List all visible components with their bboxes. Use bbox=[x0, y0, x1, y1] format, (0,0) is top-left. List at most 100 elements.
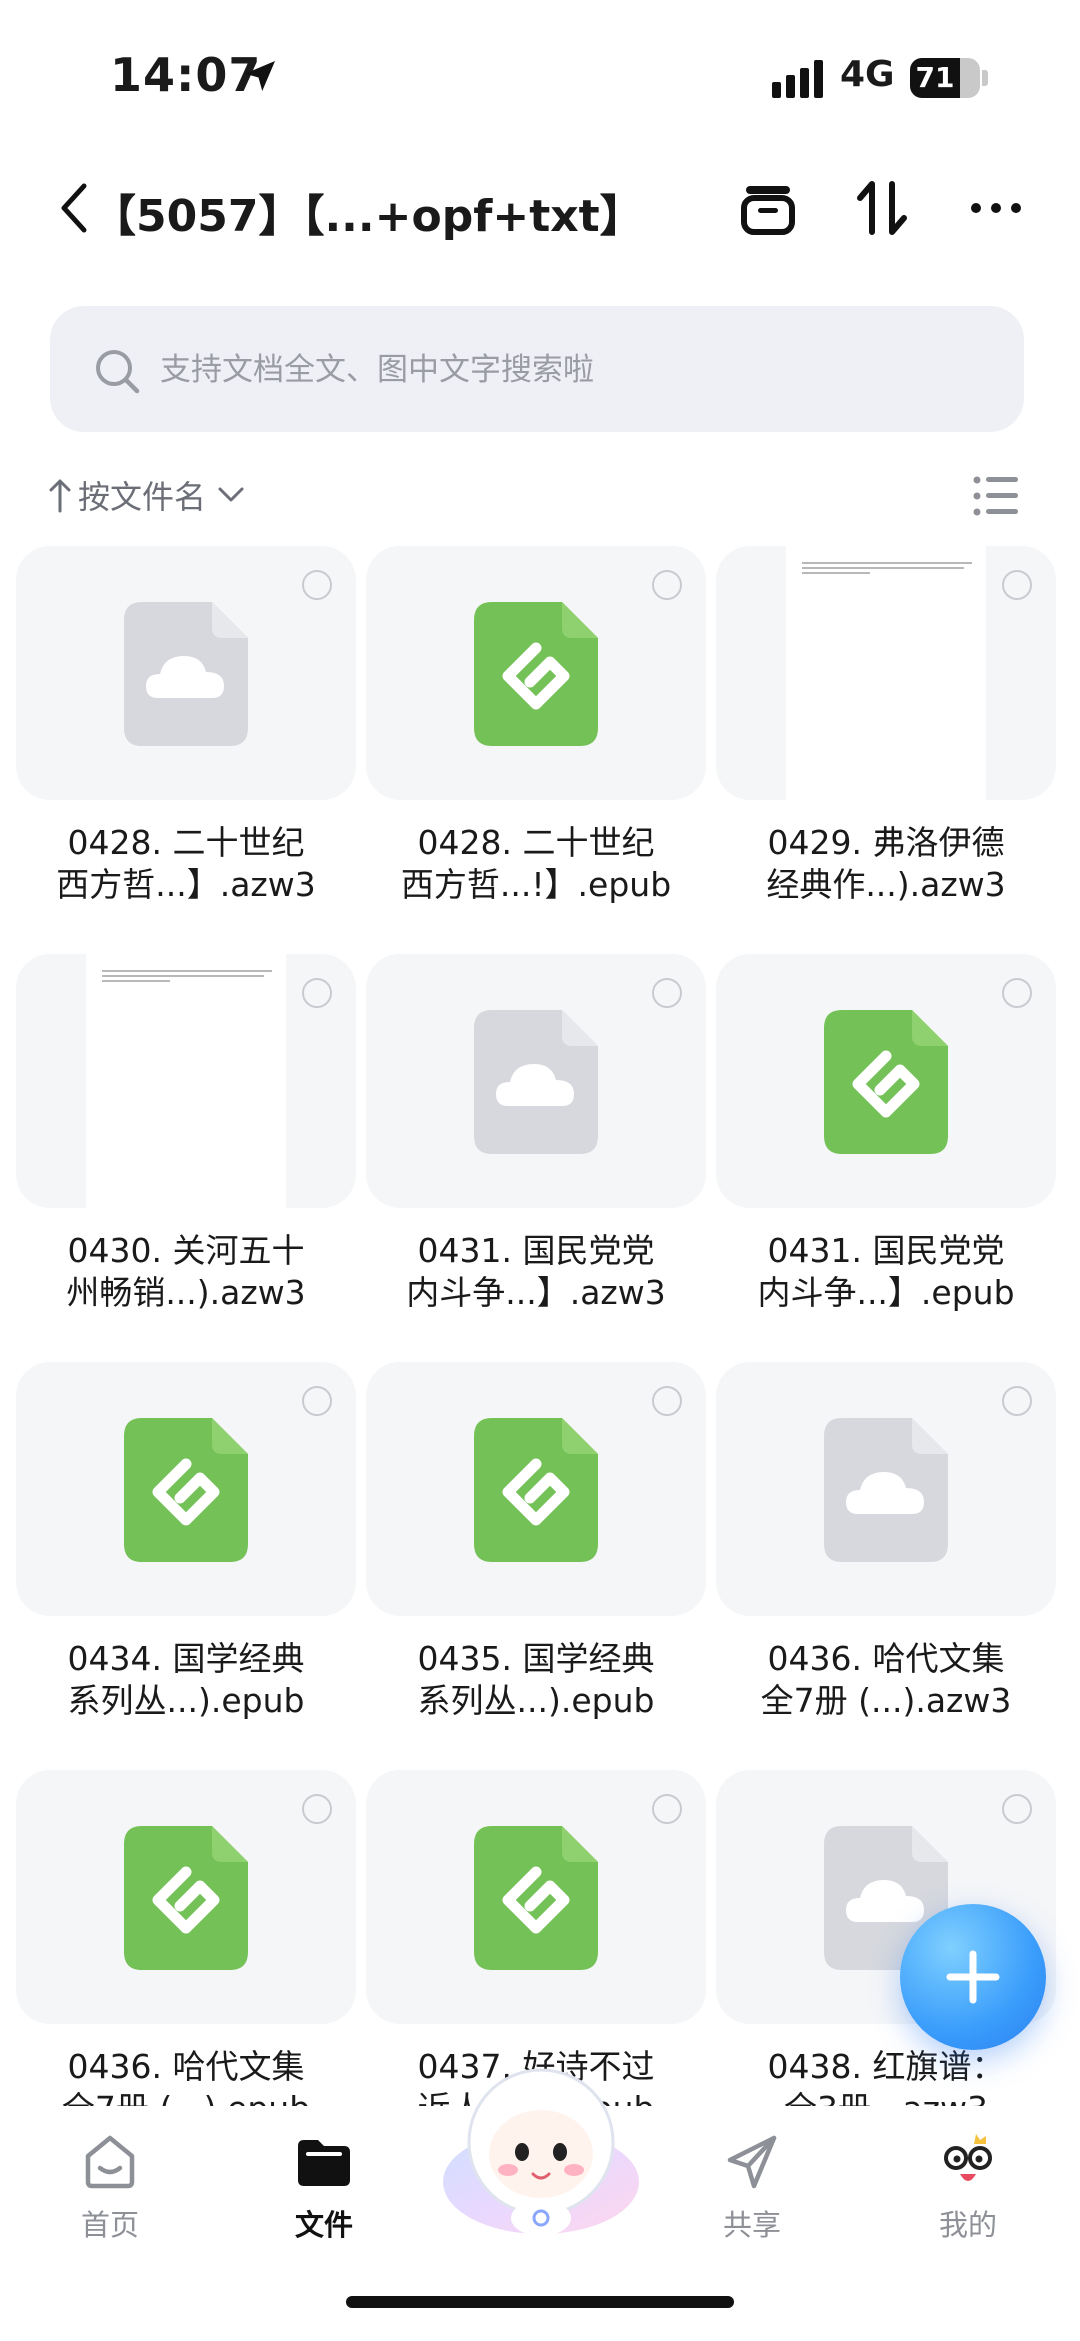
file-tile[interactable]: 0431. 国民党党 内斗争...】.azw3 bbox=[366, 954, 706, 1354]
home-indicator bbox=[346, 2296, 734, 2308]
tab-files[interactable]: 文件 bbox=[244, 2124, 404, 2244]
plus-icon bbox=[946, 1950, 1000, 2004]
folder-icon bbox=[298, 2140, 350, 2186]
file-name-line: 0438. 红旗谱： bbox=[767, 2047, 1005, 2086]
tab-bar: 首页 文件 共享 我的 bbox=[0, 2068, 1080, 2341]
signal-icon bbox=[772, 60, 823, 98]
select-checkbox[interactable] bbox=[302, 1794, 332, 1824]
document-preview bbox=[86, 954, 286, 1208]
cloud-file-icon bbox=[824, 1418, 948, 1562]
file-tile[interactable]: 0435. 国学经典 系列丛...).epub bbox=[366, 1362, 706, 1762]
file-name: 0431. 国民党党 内斗争...】.epub bbox=[716, 1230, 1056, 1314]
file-name-line: 全3册...azw3 bbox=[716, 2088, 1056, 2106]
epub-icon bbox=[474, 1826, 598, 1970]
tab-share[interactable]: 共享 bbox=[672, 2124, 832, 2244]
search-bar[interactable] bbox=[50, 306, 1024, 432]
back-chevron-icon[interactable] bbox=[58, 180, 92, 236]
file-tile[interactable]: 0434. 国学经典 系列丛...).epub bbox=[16, 1362, 356, 1762]
tab-me-label: 我的 bbox=[938, 2208, 997, 2242]
status-time: 14:07 bbox=[110, 48, 262, 102]
select-checkbox[interactable] bbox=[302, 978, 332, 1008]
more-options-icon[interactable] bbox=[964, 176, 1028, 240]
document-text-line bbox=[802, 562, 972, 564]
tab-home[interactable]: 首页 bbox=[30, 2124, 190, 2244]
status-bar: 14:07 4G 71 bbox=[0, 0, 1080, 150]
file-name-line: 系列丛...).epub bbox=[417, 1681, 655, 1720]
file-thumbnail[interactable] bbox=[16, 546, 356, 800]
select-checkbox[interactable] bbox=[1002, 1794, 1032, 1824]
select-checkbox[interactable] bbox=[652, 978, 682, 1008]
file-name-line: 州畅销...).azw3 bbox=[66, 1273, 306, 1312]
file-name-line: 0436. 哈代文集 bbox=[767, 1639, 1005, 1678]
document-text-line bbox=[802, 567, 964, 569]
tab-me[interactable]: 我的 bbox=[888, 2124, 1048, 2244]
arrow-up-icon bbox=[49, 479, 71, 513]
file-thumbnail[interactable] bbox=[366, 1770, 706, 2024]
sort-order-icon[interactable] bbox=[850, 176, 914, 240]
tab-home-label: 首页 bbox=[80, 2208, 139, 2242]
add-button[interactable] bbox=[900, 1904, 1046, 2050]
file-tile[interactable]: 0437. 好诗不过近人性...).epub bbox=[366, 1770, 706, 2106]
file-name-line: 内斗争...】.azw3 bbox=[406, 1273, 666, 1312]
file-name-line: 0428. 二十世纪 bbox=[67, 823, 305, 862]
document-text-line bbox=[802, 572, 870, 574]
search-icon bbox=[96, 350, 140, 394]
chevron-down-icon bbox=[218, 487, 244, 502]
select-checkbox[interactable] bbox=[1002, 570, 1032, 600]
file-name: 0428. 二十世纪 西方哲...!】.epub bbox=[366, 822, 706, 906]
home-icon bbox=[85, 2135, 135, 2189]
file-tile[interactable]: 0428. 二十世纪 西方哲...】.azw3 bbox=[16, 546, 356, 946]
mascot-assistant-icon[interactable] bbox=[438, 2062, 644, 2242]
file-thumbnail[interactable] bbox=[366, 1362, 706, 1616]
file-thumbnail[interactable] bbox=[16, 954, 356, 1208]
epub-icon bbox=[824, 1010, 948, 1154]
file-name-line: 0431. 国民党党 bbox=[767, 1231, 1005, 1270]
file-tile[interactable]: 0430. 关河五十 州畅销...).azw3 bbox=[16, 954, 356, 1354]
tab-share-label: 共享 bbox=[722, 2208, 781, 2242]
tab-files-label: 文件 bbox=[294, 2208, 353, 2242]
file-tile[interactable]: 0436. 哈代文集全7册 (...).epub bbox=[16, 1770, 356, 2106]
archive-box-icon[interactable] bbox=[736, 176, 800, 240]
file-name: 0434. 国学经典 系列丛...).epub bbox=[16, 1638, 356, 1722]
file-thumbnail[interactable] bbox=[716, 1362, 1056, 1616]
file-thumbnail[interactable] bbox=[366, 954, 706, 1208]
document-text-line bbox=[102, 970, 272, 972]
file-name: 0429. 弗洛伊德 经典作...).azw3 bbox=[716, 822, 1056, 906]
file-tile[interactable]: 0436. 哈代文集 全7册 (...).azw3 bbox=[716, 1362, 1056, 1762]
file-name-line: 0434. 国学经典 bbox=[67, 1639, 305, 1678]
epub-icon bbox=[474, 602, 598, 746]
file-thumbnail[interactable] bbox=[716, 954, 1056, 1208]
search-input[interactable] bbox=[160, 342, 980, 398]
select-checkbox[interactable] bbox=[652, 1386, 682, 1416]
document-text-line bbox=[102, 975, 264, 977]
file-tile[interactable]: 0431. 国民党党 内斗争...】.epub bbox=[716, 954, 1056, 1354]
file-thumbnail[interactable] bbox=[16, 1770, 356, 2024]
file-name: 0438. 红旗谱： 全3册...azw3 bbox=[716, 2046, 1056, 2106]
select-checkbox[interactable] bbox=[302, 1386, 332, 1416]
file-grid: 0428. 二十世纪 西方哲...】.azw3 0428. 二十世纪 西方哲...!】… bbox=[0, 546, 1080, 2106]
file-thumbnail[interactable] bbox=[16, 1362, 356, 1616]
nav-bar: 【5057】【...+opf+txt】 bbox=[0, 150, 1080, 270]
select-checkbox[interactable] bbox=[302, 570, 332, 600]
file-thumbnail[interactable] bbox=[366, 546, 706, 800]
select-checkbox[interactable] bbox=[652, 570, 682, 600]
file-name-line: 0429. 弗洛伊德 bbox=[767, 823, 1005, 862]
folder-title: 【5057】【...+opf+txt】 bbox=[92, 191, 644, 242]
epub-icon bbox=[124, 1826, 248, 1970]
battery-nub bbox=[982, 70, 988, 86]
cloud-file-icon bbox=[474, 1010, 598, 1154]
file-tile[interactable]: 0429. 弗洛伊德 经典作...).azw3 bbox=[716, 546, 1056, 946]
document-preview bbox=[786, 546, 986, 800]
location-arrow-icon bbox=[245, 61, 275, 91]
epub-icon bbox=[124, 1418, 248, 1562]
file-name-line: 西方哲...】.azw3 bbox=[56, 865, 316, 904]
select-checkbox[interactable] bbox=[1002, 978, 1032, 1008]
file-thumbnail[interactable] bbox=[716, 546, 1056, 800]
file-tile[interactable]: 0428. 二十世纪 西方哲...!】.epub bbox=[366, 546, 706, 946]
list-view-icon[interactable] bbox=[972, 474, 1020, 518]
select-checkbox[interactable] bbox=[652, 1794, 682, 1824]
sort-by-name-button[interactable]: 按文件名 bbox=[48, 472, 246, 518]
select-checkbox[interactable] bbox=[1002, 1386, 1032, 1416]
file-name: 0436. 哈代文集 全7册 (...).azw3 bbox=[716, 1638, 1056, 1722]
file-name-line: 全7册 (...).epub bbox=[16, 2088, 356, 2106]
